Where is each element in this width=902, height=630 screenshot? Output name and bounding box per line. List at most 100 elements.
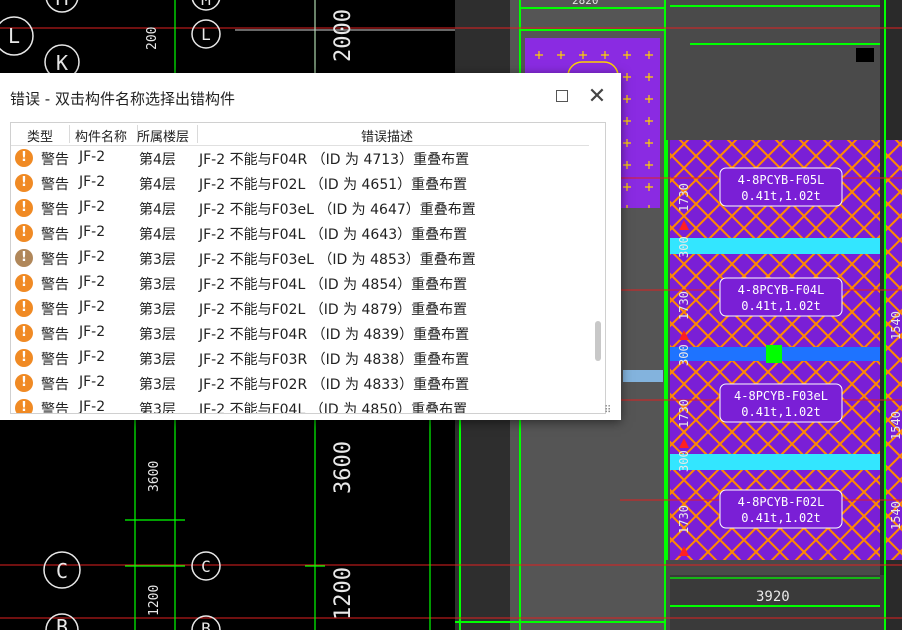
dialog-title: 错误 - 双击构件名称选择出错构件 — [10, 90, 235, 108]
cell-type: 警告 — [41, 227, 69, 243]
cell-desc: JF-2 不能与F04R （ID 为 4713）重叠布置 — [199, 152, 470, 168]
cyan-stub — [623, 370, 663, 382]
col-header-name[interactable]: 构件名称 — [75, 126, 127, 145]
warning-icon: ! — [15, 374, 33, 392]
component-tag-2[interactable]: 4-8PCYB-F04L 0.41t,1.02t — [719, 277, 843, 317]
scrollbar-thumb[interactable] — [595, 321, 601, 361]
table-row[interactable]: ! 警告 JF-2 第4层 JF-2 不能与F02L （ID 为 4651）重叠布置 — [11, 171, 591, 196]
warning-icon: ! — [15, 399, 33, 413]
cell-desc: JF-2 不能与F04R （ID 为 4839）重叠布置 — [199, 327, 470, 343]
warning-icon: ! — [15, 299, 33, 317]
cell-floor: 第4层 — [139, 202, 176, 218]
table-row[interactable]: ! 警告 JF-2 第3层 JF-2 不能与F03R （ID 为 4838）重叠布置 — [11, 346, 591, 371]
warning-icon: ! — [15, 274, 33, 292]
band-marker — [766, 345, 782, 363]
table-row[interactable]: ! 警告 JF-2 第3层 JF-2 不能与F04L （ID 为 4850）重叠布置 — [11, 396, 591, 414]
table-row[interactable]: ! 警告 JF-2 第3层 JF-2 不能与F04L （ID 为 4854）重叠布置 — [11, 271, 591, 296]
table-row[interactable]: ! 警告 JF-2 第3层 JF-2 不能与F02L （ID 为 4879）重叠布置 — [11, 296, 591, 321]
table-row[interactable]: ! 警告 JF-2 第3层 JF-2 不能与F03eL （ID 为 4853）重叠布置 — [11, 246, 591, 271]
side-dim-2: 300 — [677, 236, 691, 258]
cell-name[interactable]: JF-2 — [79, 299, 105, 315]
cell-type: 警告 — [41, 402, 69, 414]
cell-desc: JF-2 不能与F03eL （ID 为 4647）重叠布置 — [199, 202, 476, 218]
side-dim-4: 300 — [677, 344, 691, 366]
list-rows: ! 警告 JF-2 第4层 JF-2 不能与F04R （ID 为 4713）重叠布置 !… — [11, 146, 591, 414]
table-row[interactable]: ! 警告 JF-2 第4层 JF-2 不能与F04L （ID 为 4643）重叠布置 — [11, 221, 591, 246]
cell-name[interactable]: JF-2 — [79, 149, 105, 165]
cell-name[interactable]: JF-2 — [79, 249, 105, 265]
cell-desc: JF-2 不能与F03R （ID 为 4838）重叠布置 — [199, 352, 470, 368]
cell-desc: JF-2 不能与F04L （ID 为 4854）重叠布置 — [199, 277, 468, 293]
cell-floor: 第3层 — [139, 377, 176, 393]
cell-desc: JF-2 不能与F03eL （ID 为 4853）重叠布置 — [199, 252, 476, 268]
tag-load: 0.41t,1.02t — [741, 299, 820, 313]
cell-type: 警告 — [41, 277, 69, 293]
cell-floor: 第3层 — [139, 352, 176, 368]
axis-label-m2: M — [201, 0, 211, 9]
error-list[interactable]: 类型 构件名称 所属楼层 错误描述 ! 警告 JF-2 第4层 JF-2 不能与F04R… — [10, 122, 606, 414]
axis-label-c1: C — [56, 559, 68, 583]
tag-load: 0.41t,1.02t — [741, 189, 820, 203]
tag-code: 4-8PCYB-F03eL — [734, 389, 828, 403]
warning-icon: ! — [15, 149, 33, 167]
table-row[interactable]: ! 警告 JF-2 第4层 JF-2 不能与F03eL （ID 为 4647）重叠布置 — [11, 196, 591, 221]
dim-2000: 2000 — [331, 9, 356, 62]
cell-type: 警告 — [41, 152, 69, 168]
cell-type: 警告 — [41, 252, 69, 268]
tag-load: 0.41t,1.02t — [741, 511, 820, 525]
component-tag-1[interactable]: 4-8PCYB-F05L 0.41t,1.02t — [719, 167, 843, 207]
col-header-floor[interactable]: 所属楼层 — [137, 126, 189, 145]
cell-name[interactable]: JF-2 — [79, 199, 105, 215]
tag-code: 4-8PCYB-F04L — [738, 283, 825, 297]
table-row[interactable]: ! 警告 JF-2 第4层 JF-2 不能与F04R （ID 为 4713）重叠布置 — [11, 146, 591, 171]
axis-label-l2: L — [201, 25, 211, 44]
side-dim-9: 1540 — [889, 411, 902, 440]
component-tag-3[interactable]: 4-8PCYB-F03eL 0.41t,1.02t — [719, 383, 843, 423]
component-tag-4[interactable]: 4-8PCYB-F02L 0.41t,1.02t — [719, 489, 843, 529]
cell-desc: JF-2 不能与F02L （ID 为 4651）重叠布置 — [199, 177, 468, 193]
cell-name[interactable]: JF-2 — [79, 274, 105, 290]
resize-grip-icon[interactable]: ⠿ — [604, 405, 611, 416]
close-button[interactable]: ✕ — [583, 81, 611, 111]
table-row[interactable]: ! 警告 JF-2 第3层 JF-2 不能与F04R （ID 为 4839）重叠布置 — [11, 321, 591, 346]
cell-type: 警告 — [41, 202, 69, 218]
cell-floor: 第4层 — [139, 177, 176, 193]
side-dim-10: 1540 — [889, 501, 902, 530]
table-row[interactable]: ! 警告 JF-2 第3层 JF-2 不能与F02R （ID 为 4833）重叠布置 — [11, 371, 591, 396]
cyan-band-2 — [670, 454, 880, 470]
cell-floor: 第4层 — [139, 227, 176, 243]
warning-icon: ! — [15, 324, 33, 342]
side-dim-8: 1540 — [889, 311, 902, 340]
cell-floor: 第3层 — [139, 402, 176, 414]
tag-code: 4-8PCYB-F05L — [738, 173, 825, 187]
cell-name[interactable]: JF-2 — [79, 324, 105, 340]
col-header-type[interactable]: 类型 — [27, 126, 53, 145]
cell-desc: JF-2 不能与F04L （ID 为 4850）重叠布置 — [199, 402, 468, 414]
axis-label-b1: B — [56, 615, 68, 630]
warning-icon: ! — [15, 249, 33, 267]
list-header: 类型 构件名称 所属楼层 错误描述 — [11, 123, 589, 146]
minimize-button[interactable] — [548, 81, 576, 111]
tag-load: 0.41t,1.02t — [741, 405, 820, 419]
cell-floor: 第3层 — [139, 252, 176, 268]
cell-name[interactable]: JF-2 — [79, 374, 105, 390]
warning-icon: ! — [15, 349, 33, 367]
error-dialog[interactable]: 错误 - 双击构件名称选择出错构件 ✕ 类型 构件名称 所属楼层 错误描述 ! 警… — [0, 73, 621, 420]
vertical-scrollbar[interactable] — [591, 123, 605, 413]
cell-name[interactable]: JF-2 — [79, 224, 105, 240]
cell-name[interactable]: JF-2 — [79, 349, 105, 365]
tag-code: 4-8PCYB-F02L — [738, 495, 825, 509]
warning-icon: ! — [15, 199, 33, 217]
cell-name[interactable]: JF-2 — [79, 399, 105, 413]
cell-type: 警告 — [41, 302, 69, 318]
col-header-desc[interactable]: 错误描述 — [361, 126, 413, 145]
dim-1200-large: 1200 — [331, 567, 356, 620]
dim-3600-large: 3600 — [331, 441, 356, 494]
cell-desc: JF-2 不能与F02L （ID 为 4879）重叠布置 — [199, 302, 468, 318]
cell-floor: 第3层 — [139, 327, 176, 343]
cell-type: 警告 — [41, 177, 69, 193]
dim-1200-small: 1200 — [147, 585, 162, 616]
cell-name[interactable]: JF-2 — [79, 174, 105, 190]
cell-type: 警告 — [41, 327, 69, 343]
axis-label-l1: L — [8, 24, 20, 48]
